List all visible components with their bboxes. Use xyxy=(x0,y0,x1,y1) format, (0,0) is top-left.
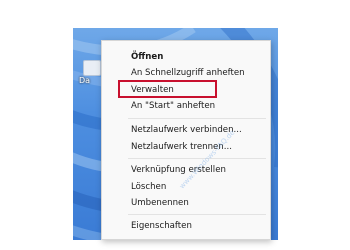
screenshot-stage: Da Öffnen An Schnellzugriff anheften Ver… xyxy=(0,0,350,250)
desktop-icon-label: Da xyxy=(79,76,91,85)
menu-item-pin-start[interactable]: An "Start" anheften xyxy=(102,98,270,114)
menu-item-manage[interactable]: Verwalten xyxy=(102,82,270,98)
menu-item-pin-quick-access[interactable]: An Schnellzugriff anheften xyxy=(102,65,270,81)
menu-separator xyxy=(128,214,266,215)
menu-item-open[interactable]: Öffnen xyxy=(102,49,270,65)
menu-item-map-network-drive[interactable]: Netzlaufwerk verbinden... xyxy=(102,122,270,138)
menu-item-disconnect-network-drive[interactable]: Netzlaufwerk trennen... xyxy=(102,139,270,155)
context-menu: Öffnen An Schnellzugriff anheften Verwal… xyxy=(101,40,271,240)
computer-icon xyxy=(83,60,101,76)
menu-item-rename[interactable]: Umbenennen xyxy=(102,195,270,211)
menu-separator xyxy=(128,158,266,159)
menu-item-properties[interactable]: Eigenschaften xyxy=(102,218,270,234)
menu-separator xyxy=(128,118,266,119)
desktop-icon-this-pc[interactable]: Da xyxy=(79,58,103,88)
